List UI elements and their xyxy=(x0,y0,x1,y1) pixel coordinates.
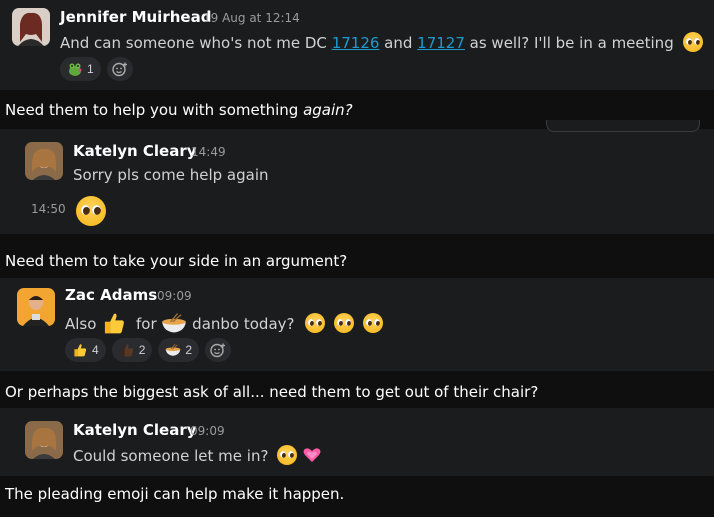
message-text-part: Could someone let me in? xyxy=(73,447,269,465)
avatar-jennifer[interactable] xyxy=(12,8,50,46)
message-timestamp[interactable]: 19 Aug at 12:14 xyxy=(203,11,300,25)
reaction-ramen[interactable]: 2 xyxy=(158,338,200,362)
message-text: Could someone let me in? xyxy=(73,445,322,465)
message-text-part: And can someone who's not me DC xyxy=(60,34,332,52)
message-text-part: and xyxy=(379,34,418,52)
pleading-face-emoji xyxy=(334,313,355,333)
reactions-bar: 1 xyxy=(60,57,133,81)
ramen-bowl-icon xyxy=(166,343,181,356)
add-reaction-icon xyxy=(111,62,127,77)
message-text: And can someone who's not me DC 17126 an… xyxy=(60,32,703,52)
pleading-face-emoji xyxy=(277,445,298,465)
pleading-face-emoji xyxy=(362,313,383,333)
pleading-face-emoji xyxy=(305,313,326,333)
message-block-4: Katelyn Cleary 09:09 Could someone let m… xyxy=(0,408,714,476)
ticket-link-17127[interactable]: 17127 xyxy=(417,34,465,52)
caption-3: Or perhaps the biggest ask of all... nee… xyxy=(5,383,539,401)
author-name[interactable]: Katelyn Cleary xyxy=(73,421,197,439)
ramen-bowl-emoji xyxy=(162,313,187,333)
message-timestamp[interactable]: 09:09 xyxy=(157,289,192,303)
avatar-zac[interactable] xyxy=(17,288,55,326)
message-block-3: Zac Adams 09:09 Also for danbo today? 4 … xyxy=(0,278,714,371)
followup-timestamp[interactable]: 14:50 xyxy=(31,202,66,216)
message-text-part: as well? I'll be in a meeting xyxy=(464,34,674,52)
caption-text: Need them to help you with something xyxy=(5,101,304,119)
avatar-katelyn[interactable] xyxy=(25,142,63,180)
thumbs-up-dark-icon xyxy=(121,344,133,357)
reaction-count: 4 xyxy=(92,343,99,357)
reaction-count: 2 xyxy=(138,343,146,357)
reaction-count: 1 xyxy=(87,62,94,76)
add-reaction-button[interactable] xyxy=(205,338,232,362)
caption-2: Need them to take your side in an argume… xyxy=(5,252,348,270)
thumbs-up-emoji xyxy=(105,313,125,334)
caption-1: Need them to help you with something aga… xyxy=(5,101,353,119)
reaction-kiss-frog[interactable]: 1 xyxy=(60,57,101,81)
reaction-thumbs-up-dark[interactable]: 2 xyxy=(111,338,153,362)
reactions-bar: 4 2 2 xyxy=(65,338,232,362)
thumbs-up-icon xyxy=(74,344,87,357)
add-reaction-icon xyxy=(210,343,226,358)
reaction-thumbs-up[interactable]: 4 xyxy=(65,338,106,362)
message-timestamp[interactable]: 09:09 xyxy=(190,424,225,438)
author-name[interactable]: Katelyn Cleary xyxy=(73,142,197,160)
message-block-1: Jennifer Muirhead 19 Aug at 12:14 And ca… xyxy=(0,0,714,90)
message-actions-tab xyxy=(546,120,700,132)
message-timestamp[interactable]: 14:49 xyxy=(191,145,226,159)
author-name[interactable]: Jennifer Muirhead xyxy=(60,8,211,26)
author-name[interactable]: Zac Adams xyxy=(65,286,157,304)
message-text-part: Also xyxy=(65,315,97,333)
message-text: Also for danbo today? xyxy=(65,310,383,336)
ticket-link-17126[interactable]: 17126 xyxy=(332,34,380,52)
message-block-2: Katelyn Cleary 14:49 Sorry pls come help… xyxy=(0,129,714,234)
message-text-part: danbo today? xyxy=(192,315,295,333)
kiss-frog-icon xyxy=(69,63,82,76)
message-text-part: for xyxy=(135,315,157,333)
caption-4: The pleading emoji can help make it happ… xyxy=(5,485,345,503)
caption-italic-text: again? xyxy=(303,101,353,119)
growing-heart-emoji xyxy=(303,448,321,462)
pleading-face-emoji xyxy=(76,196,106,226)
avatar-katelyn[interactable] xyxy=(25,421,63,459)
message-text: Sorry pls come help again xyxy=(73,166,269,184)
reaction-count: 2 xyxy=(185,343,193,357)
pleading-face-emoji xyxy=(682,32,703,52)
add-reaction-button[interactable] xyxy=(106,57,133,81)
